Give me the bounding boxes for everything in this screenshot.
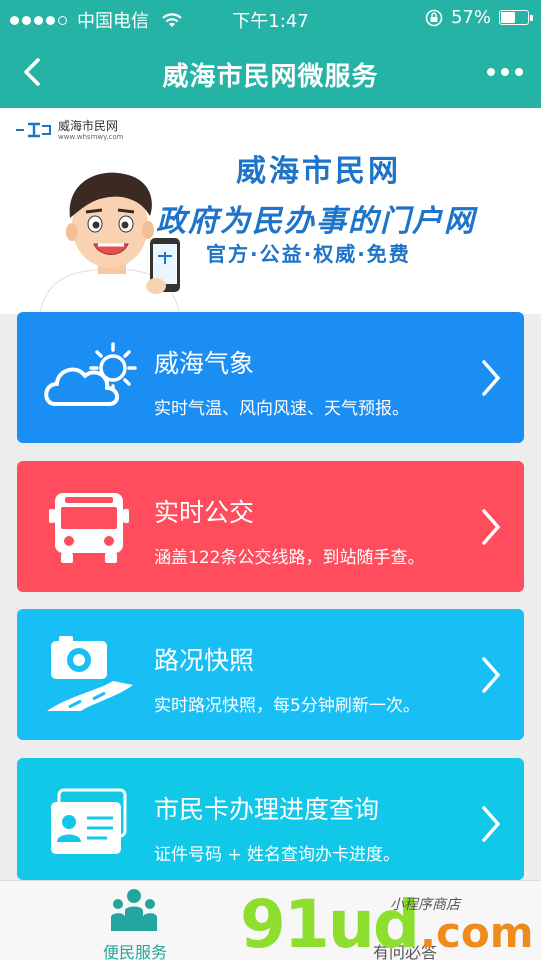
status-bar: 中国电信 下午1:47 57% — [0, 0, 541, 36]
more-dots-icon[interactable] — [483, 58, 527, 86]
banner: 威海市民网 www.whsmwy.com 威海市民网 政府为民办事的门户网 官方… — [0, 108, 541, 314]
chevron-right-icon — [482, 806, 501, 842]
card-citizen-title: 市民卡办理进度查询 — [154, 795, 380, 824]
card-traffic-title: 路况快照 — [154, 646, 255, 675]
status-right: 57% — [425, 7, 533, 28]
tab-convenience[interactable]: 便民服务 — [45, 881, 225, 960]
battery-percent: 57% — [450, 7, 491, 28]
battery-icon — [499, 10, 533, 25]
banner-tags: 官方·公益·权威·免费 — [206, 242, 411, 266]
rotation-lock-icon — [425, 9, 443, 26]
page-title: 威海市民网微服务 — [162, 62, 379, 92]
card-traffic[interactable]: 路况快照 实时路况快照，每5分钟刷新一次。 — [17, 609, 524, 740]
weather-cloud-sun-icon — [44, 342, 137, 406]
card-bus[interactable]: 实时公交 涵盖122条公交线路，到站随手查。 — [17, 461, 524, 592]
bus-icon — [49, 493, 129, 563]
tab-qa[interactable]: 有问必答 — [315, 881, 495, 960]
road-camera-icon — [47, 636, 133, 711]
battery-fill — [501, 12, 515, 23]
logo-url: www.whsmwy.com — [58, 133, 124, 141]
card-traffic-desc: 实时路况快照，每5分钟刷新一次。 — [154, 696, 420, 716]
card-bus-title: 实时公交 — [154, 498, 255, 527]
mascot-illustration — [40, 172, 181, 314]
chevron-right-icon — [482, 509, 501, 545]
tab-convenience-label: 便民服务 — [102, 943, 167, 960]
banner-subtitle: 政府为民办事的门户网 — [156, 204, 476, 239]
id-card-icon — [51, 788, 127, 854]
banner-title: 威海市民网 — [236, 154, 401, 189]
chevron-right-icon — [482, 657, 501, 693]
card-citizen-card[interactable]: 市民卡办理进度查询 证件号码 + 姓名查询办卡进度。 — [17, 758, 524, 880]
card-weather-desc: 实时气温、风向风速、天气预报。 — [154, 399, 409, 419]
nav-bar: 威海市民网微服务 — [0, 36, 541, 108]
logo-text: 威海市民网 — [58, 119, 119, 133]
card-weather[interactable]: 威海气象 实时气温、风向风速、天气预报。 — [17, 312, 524, 443]
logo-mark-icon — [16, 122, 51, 138]
card-bus-desc: 涵盖122条公交线路，到站随手查。 — [154, 548, 425, 568]
site-logo: 威海市民网 www.whsmwy.com — [14, 120, 123, 141]
tab-qa-label: 有问必答 — [372, 943, 437, 960]
chevron-right-icon — [482, 360, 501, 396]
people-group-icon — [111, 889, 157, 931]
card-weather-title: 威海气象 — [154, 349, 255, 378]
tab-bar: 便民服务 有问必答 — [0, 880, 541, 960]
card-citizen-desc: 证件号码 + 姓名查询办卡进度。 — [154, 845, 401, 865]
